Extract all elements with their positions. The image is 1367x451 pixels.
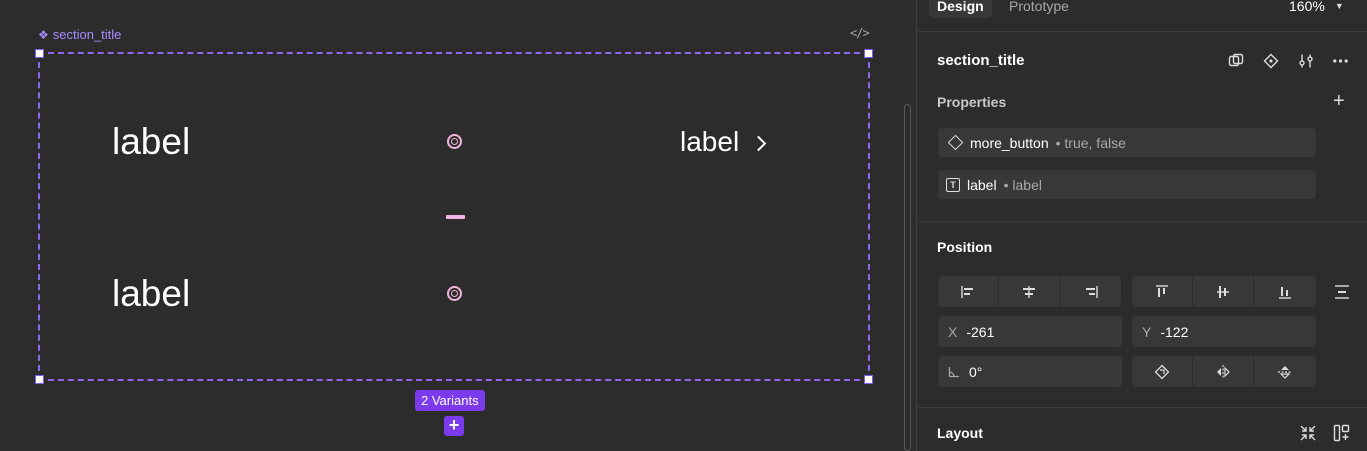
component-diamond-icon[interactable] (1262, 52, 1279, 69)
more-button[interactable]: label (680, 126, 767, 158)
y-field-label: Y (1142, 323, 1152, 340)
component-actions (1227, 52, 1349, 69)
align-horizontal-center-button[interactable] (999, 276, 1060, 307)
canvas-scrollbar[interactable] (904, 104, 911, 451)
section-divider (917, 407, 1367, 408)
zoom-dropdown[interactable]: 160% ▼ (1289, 0, 1344, 14)
go-to-main-component-icon[interactable] (1227, 52, 1244, 69)
variant-1-label[interactable]: label (112, 121, 190, 163)
x-field-value: -261 (966, 323, 995, 340)
property-name: more_button (970, 134, 1049, 151)
component-name-label: section_title (52, 27, 122, 42)
rotation-value: 0° (969, 363, 983, 380)
more-options-icon[interactable] (1332, 52, 1349, 69)
resize-handle-bottom-right[interactable] (864, 375, 873, 384)
adjust-sliders-icon[interactable] (1297, 52, 1314, 69)
component-name-tag[interactable]: ❖ section_title (38, 27, 121, 42)
horizontal-align-group (938, 276, 1121, 307)
rotate-90-button[interactable] (1132, 356, 1193, 387)
component-title: section_title (937, 52, 1025, 69)
distribute-spacing-icon[interactable] (1334, 284, 1350, 300)
property-value: • true, false (1055, 134, 1126, 151)
property-name: label (967, 176, 997, 193)
property-connector-icon[interactable] (447, 286, 462, 301)
x-position-field[interactable]: X -261 (938, 316, 1122, 347)
align-bottom-button[interactable] (1254, 276, 1315, 307)
chevron-right-icon (750, 135, 767, 151)
tab-prototype[interactable]: Prototype (1001, 0, 1077, 18)
property-connector-icon[interactable] (447, 134, 462, 149)
properties-heading: Properties (937, 94, 1007, 110)
flip-horizontal-button[interactable] (1193, 356, 1254, 387)
align-left-button[interactable] (938, 276, 999, 307)
collapse-layout-icon[interactable] (1299, 424, 1317, 442)
design-canvas[interactable]: ❖ section_title </> label label label 2 … (0, 0, 902, 451)
panel-tabs: Design Prototype 160% ▼ (917, 0, 1367, 32)
x-field-label: X (948, 323, 958, 340)
section-divider (917, 221, 1367, 222)
text-icon: T (946, 177, 960, 192)
properties-panel: Design Prototype 160% ▼ section_title Pr… (916, 0, 1367, 451)
layout-heading: Layout (937, 425, 983, 441)
position-heading: Position (937, 239, 993, 255)
resize-handle-top-left[interactable] (35, 49, 44, 58)
property-row[interactable]: more_button • true, false (938, 128, 1316, 157)
align-vertical-center-button[interactable] (1193, 276, 1254, 307)
rotation-field[interactable]: 0° (938, 356, 1122, 387)
y-field-value: -122 (1160, 323, 1189, 340)
component-set-frame[interactable]: label label label (35, 49, 873, 384)
chevron-down-icon: ▼ (1334, 1, 1344, 11)
variants-count-badge[interactable]: 2 Variants (415, 390, 485, 411)
component-icon: ❖ (38, 27, 49, 42)
tab-design[interactable]: Design (929, 0, 992, 18)
property-link-line (446, 215, 465, 219)
property-row[interactable]: T label • label (938, 170, 1316, 199)
diamond-icon (947, 134, 964, 151)
property-value: • label (1003, 176, 1042, 193)
resize-handle-top-right[interactable] (864, 49, 873, 58)
add-variant-button[interactable]: + (444, 416, 464, 436)
layout-actions (1299, 424, 1351, 442)
zoom-value: 160% (1289, 0, 1325, 14)
vertical-align-group (1132, 276, 1316, 307)
resize-handle-bottom-left[interactable] (35, 375, 44, 384)
transform-group (1132, 356, 1316, 387)
add-property-icon[interactable]: + (1333, 90, 1345, 113)
rotation-icon (948, 366, 960, 378)
add-auto-layout-icon[interactable] (1333, 424, 1351, 442)
variant-2-label[interactable]: label (112, 273, 190, 315)
code-icon[interactable]: </> (850, 26, 870, 40)
more-button-label: label (680, 126, 740, 157)
align-right-button[interactable] (1060, 276, 1121, 307)
align-top-button[interactable] (1132, 276, 1193, 307)
flip-vertical-button[interactable] (1254, 356, 1315, 387)
y-position-field[interactable]: Y -122 (1132, 316, 1316, 347)
